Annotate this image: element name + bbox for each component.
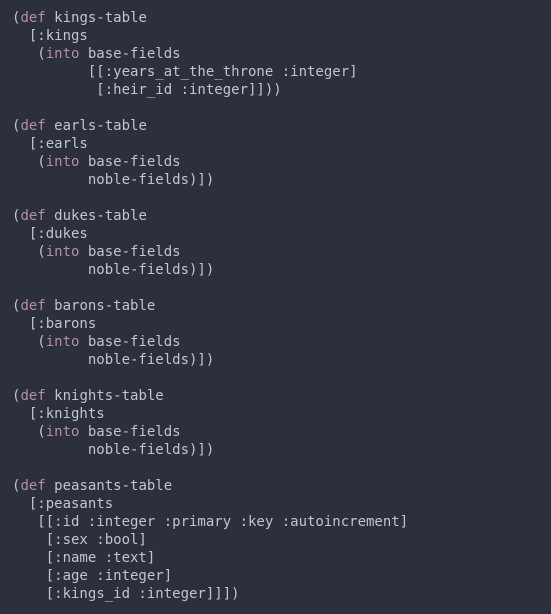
keyword: into: [45, 334, 80, 350]
code-line: (into base-fields: [12, 334, 181, 350]
code-line: noble-fields)]): [12, 352, 215, 368]
keyword: def: [20, 208, 46, 224]
keyword: def: [20, 118, 46, 134]
code-line: noble-fields)]): [12, 172, 215, 188]
code-line: [:dukes: [12, 226, 88, 242]
code-line: (def earls-table: [12, 118, 147, 134]
keyword: into: [45, 154, 80, 170]
code-line: [:sex :bool]: [12, 532, 147, 548]
code-line: [:knights: [12, 406, 105, 422]
code-line: [:barons: [12, 316, 97, 332]
keyword: def: [20, 478, 46, 494]
code-line: [:heir_id :integer]])): [12, 82, 282, 98]
keyword: into: [45, 424, 80, 440]
code-line: [[:id :integer :primary :key :autoincrem…: [12, 514, 409, 530]
keyword: def: [20, 388, 46, 404]
keyword: into: [45, 244, 80, 260]
keyword: def: [20, 10, 46, 26]
code-line: (into base-fields: [12, 154, 181, 170]
code-editor[interactable]: (def kings-table [:kings (into base-fiel…: [0, 0, 551, 614]
code-line: (def peasants-table: [12, 478, 173, 494]
keyword: def: [20, 298, 46, 314]
code-line: [:kings: [12, 28, 88, 44]
code-line: [:peasants: [12, 496, 114, 512]
code-line: (into base-fields: [12, 424, 181, 440]
code-line: [:earls: [12, 136, 88, 152]
code-block: (def kings-table [:kings (into base-fiel…: [12, 9, 551, 603]
code-line: (def dukes-table: [12, 208, 147, 224]
code-line: (def knights-table: [12, 388, 164, 404]
code-line: (into base-fields: [12, 244, 181, 260]
keyword: into: [45, 46, 80, 62]
code-line: (into base-fields: [12, 46, 181, 62]
code-line: (def barons-table: [12, 298, 156, 314]
code-line: [[:years_at_the_throne :integer]: [12, 64, 358, 80]
code-line: [:age :integer]: [12, 568, 173, 584]
code-line: noble-fields)]): [12, 262, 215, 278]
code-line: (def kings-table: [12, 10, 147, 26]
code-line: [:kings_id :integer]]]): [12, 586, 240, 602]
code-line: noble-fields)]): [12, 442, 215, 458]
code-line: [:name :text]: [12, 550, 156, 566]
